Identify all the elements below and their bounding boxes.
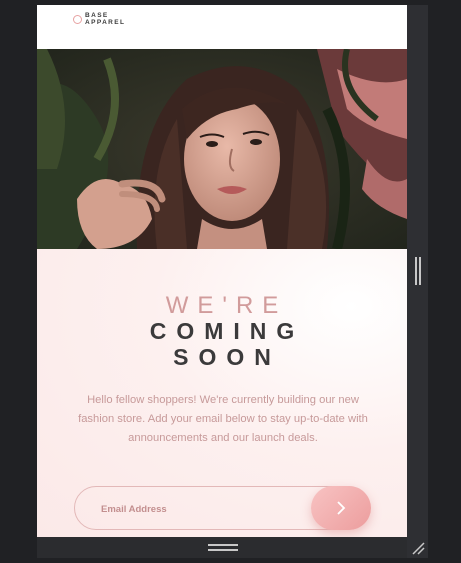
logo-text: BASE APPAREL xyxy=(85,12,126,26)
page-viewport: BASE APPAREL WE'RE COMING SOON Hello fel… xyxy=(37,5,407,537)
headline-soon: SOON xyxy=(173,344,281,370)
email-input[interactable] xyxy=(99,498,293,520)
submit-button[interactable] xyxy=(311,486,371,530)
email-form xyxy=(74,486,371,530)
headline-coming: COMING xyxy=(149,318,305,344)
header: BASE APPAREL xyxy=(37,5,407,49)
horizontal-resize-handle[interactable] xyxy=(208,544,238,551)
logo[interactable]: BASE APPAREL xyxy=(73,12,125,26)
description-text: Hello fellow shoppers! We're currently b… xyxy=(78,394,368,444)
hero-image xyxy=(37,49,407,249)
headline-were: WE'RE xyxy=(165,292,288,319)
chevron-right-icon xyxy=(337,501,346,515)
resize-corner-icon[interactable] xyxy=(411,541,425,555)
vertical-resize-handle[interactable] xyxy=(415,257,421,285)
logo-circle-icon xyxy=(73,14,82,24)
content-section: WE'RE COMING SOON Hello fellow shoppers!… xyxy=(37,249,407,537)
portrait-photo xyxy=(37,49,407,249)
